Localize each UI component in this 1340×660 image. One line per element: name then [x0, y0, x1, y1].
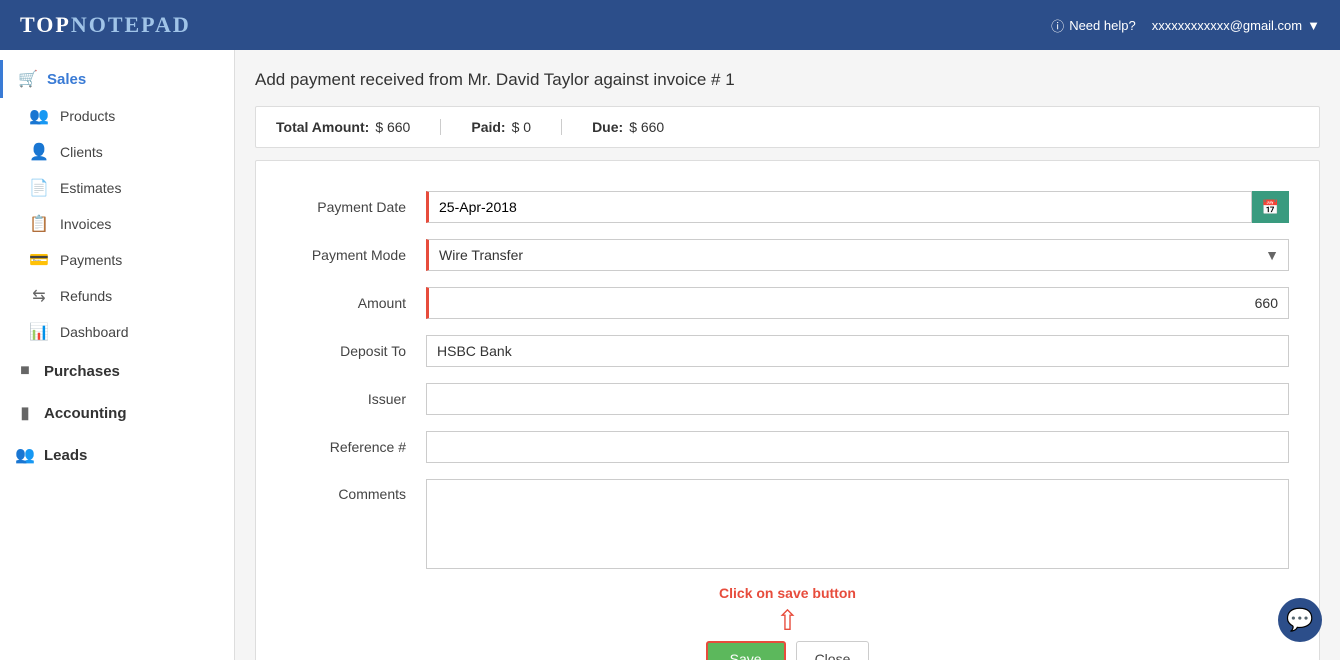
deposit-to-input[interactable] — [426, 335, 1289, 367]
user-email-menu[interactable]: xxxxxxxxxxxx@gmail.com ▼ — [1152, 18, 1320, 33]
paid-value: $ 0 — [512, 119, 531, 135]
payment-date-input[interactable] — [426, 191, 1252, 223]
save-button[interactable]: Save — [706, 641, 786, 660]
sidebar-refunds-label: Refunds — [60, 288, 112, 304]
issuer-row: Issuer — [286, 383, 1289, 415]
due-item: Due: $ 660 — [592, 119, 694, 135]
invoices-icon: 📋 — [30, 215, 48, 233]
amount-label: Amount — [286, 295, 426, 311]
sidebar-item-payments[interactable]: 💳 Payments — [0, 242, 234, 278]
app-logo: TopNotepad — [20, 12, 1051, 38]
clients-icon: 👤 — [30, 143, 48, 161]
issuer-label: Issuer — [286, 391, 426, 407]
sidebar-item-clients[interactable]: 👤 Clients — [0, 134, 234, 170]
reference-row: Reference # — [286, 431, 1289, 463]
sidebar-item-dashboard[interactable]: 📊 Dashboard — [0, 314, 234, 350]
payment-mode-wrapper: Wire Transfer Cash Cheque Credit Card Ba… — [426, 239, 1289, 271]
sidebar-item-products[interactable]: 👥 Products — [0, 98, 234, 134]
comments-textarea[interactable] — [426, 479, 1289, 569]
payment-mode-select[interactable]: Wire Transfer Cash Cheque Credit Card Ba… — [426, 239, 1289, 271]
due-value: $ 660 — [629, 119, 664, 135]
deposit-to-label: Deposit To — [286, 343, 426, 359]
comments-label: Comments — [286, 479, 426, 502]
chevron-down-icon: ▼ — [1307, 18, 1320, 33]
close-button[interactable]: Close — [796, 641, 870, 660]
issuer-input[interactable] — [426, 383, 1289, 415]
chat-icon: 💬 — [1286, 607, 1313, 633]
estimates-icon: 📄 — [30, 179, 48, 197]
sales-icon: 🛒 — [19, 70, 37, 88]
payments-icon: 💳 — [30, 251, 48, 269]
paid-item: Paid: $ 0 — [471, 119, 562, 135]
accounting-icon: ▮ — [16, 404, 34, 422]
sidebar-item-estimates[interactable]: 📄 Estimates — [0, 170, 234, 206]
sidebar-item-leads[interactable]: 👥 Leads — [0, 434, 234, 476]
sidebar: 🛒 Sales 👥 Products 👤 Clients 📄 Estimates… — [0, 50, 235, 660]
payment-date-label: Payment Date — [286, 199, 426, 215]
help-icon: ⓘ — [1051, 16, 1064, 35]
date-picker-button[interactable]: 📅 — [1252, 191, 1289, 223]
sidebar-sales-label: Sales — [47, 71, 86, 88]
page-title: Add payment received from Mr. David Tayl… — [255, 70, 1320, 90]
due-label: Due: — [592, 119, 623, 135]
header: TopNotepad ⓘ Need help? xxxxxxxxxxxx@gma… — [0, 0, 1340, 50]
sidebar-invoices-label: Invoices — [60, 216, 111, 232]
sidebar-leads-label: Leads — [44, 447, 87, 464]
payment-date-wrapper: 📅 — [426, 191, 1289, 223]
help-label: Need help? — [1069, 18, 1136, 33]
sidebar-item-purchases[interactable]: ■ Purchases — [0, 350, 234, 392]
payment-mode-label: Payment Mode — [286, 247, 426, 263]
amount-input[interactable] — [426, 287, 1289, 319]
summary-bar: Total Amount: $ 660 Paid: $ 0 Due: $ 660 — [255, 106, 1320, 148]
sidebar-item-invoices[interactable]: 📋 Invoices — [0, 206, 234, 242]
sidebar-item-refunds[interactable]: ⇆ Refunds — [0, 278, 234, 314]
content-area: Add payment received from Mr. David Tayl… — [235, 50, 1340, 660]
main-layout: 🛒 Sales 👥 Products 👤 Clients 📄 Estimates… — [0, 50, 1340, 660]
reference-label: Reference # — [286, 439, 426, 455]
chat-support-button[interactable]: 💬 — [1278, 598, 1322, 642]
dashboard-icon: 📊 — [30, 323, 48, 341]
sidebar-item-sales[interactable]: 🛒 Sales — [0, 60, 234, 98]
paid-label: Paid: — [471, 119, 505, 135]
sidebar-clients-label: Clients — [60, 144, 103, 160]
comments-row: Comments — [286, 479, 1289, 569]
total-amount-label: Total Amount: — [276, 119, 369, 135]
click-hint-text: Click on save button — [719, 585, 856, 601]
refunds-icon: ⇆ — [30, 287, 48, 305]
reference-input[interactable] — [426, 431, 1289, 463]
email-text: xxxxxxxxxxxx@gmail.com — [1152, 18, 1302, 33]
button-section: Click on save button ⇧ Save Close — [286, 585, 1289, 660]
payment-mode-row: Payment Mode Wire Transfer Cash Cheque C… — [286, 239, 1289, 271]
leads-icon: 👥 — [16, 446, 34, 464]
sidebar-products-label: Products — [60, 108, 115, 124]
sidebar-dashboard-label: Dashboard — [60, 324, 129, 340]
deposit-to-row: Deposit To — [286, 335, 1289, 367]
header-right: ⓘ Need help? xxxxxxxxxxxx@gmail.com ▼ — [1051, 16, 1320, 35]
arrow-up-icon: ⇧ — [776, 607, 799, 635]
help-button[interactable]: ⓘ Need help? — [1051, 16, 1136, 35]
products-icon: 👥 — [30, 107, 48, 125]
purchases-icon: ■ — [16, 362, 34, 380]
total-amount-item: Total Amount: $ 660 — [276, 119, 441, 135]
sidebar-payments-label: Payments — [60, 252, 122, 268]
sidebar-item-accounting[interactable]: ▮ Accounting — [0, 392, 234, 434]
payment-form: Payment Date 📅 Payment Mode Wire Transfe… — [255, 160, 1320, 660]
payment-date-row: Payment Date 📅 — [286, 191, 1289, 223]
sidebar-purchases-label: Purchases — [44, 363, 120, 380]
form-buttons: Save Close — [706, 641, 870, 660]
total-amount-value: $ 660 — [375, 119, 410, 135]
sidebar-accounting-label: Accounting — [44, 405, 127, 422]
amount-row: Amount — [286, 287, 1289, 319]
sidebar-estimates-label: Estimates — [60, 180, 121, 196]
